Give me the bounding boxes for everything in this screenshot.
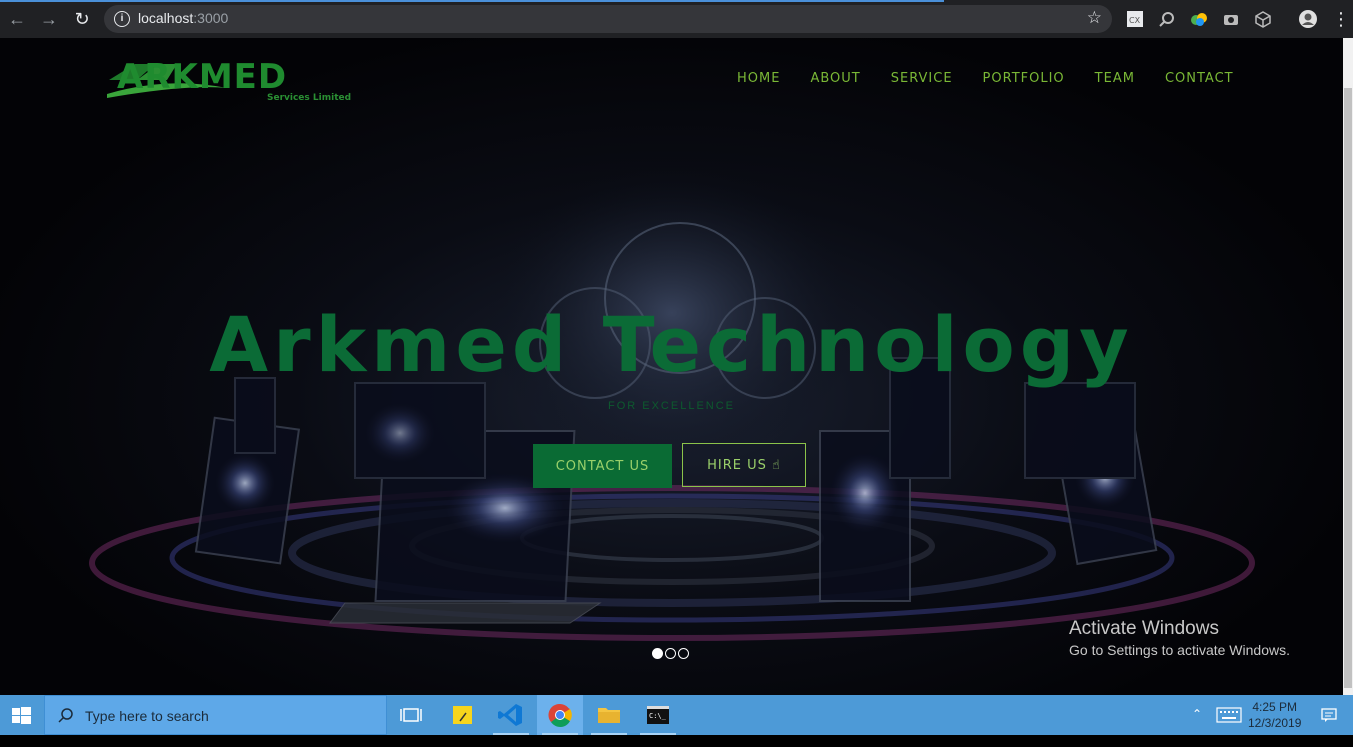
forward-button-icon[interactable]: → — [38, 8, 60, 30]
windows-taskbar: Type here to search C:\_ ⌃ 4:25 PM 12/3/… — [0, 695, 1353, 735]
search-placeholder: Type here to search — [85, 708, 209, 724]
notifications-icon[interactable] — [1320, 706, 1338, 724]
nav-home[interactable]: HOME — [737, 71, 780, 86]
bookmark-star-icon[interactable]: ☆ — [1087, 8, 1102, 28]
svg-text:CX: CX — [1129, 16, 1141, 25]
extension-cube-icon[interactable] — [1254, 10, 1272, 28]
scrollbar-thumb[interactable] — [1344, 88, 1352, 688]
logo-subtitle: Services Limited — [267, 93, 351, 103]
nav-portfolio[interactable]: PORTFOLIO — [983, 71, 1065, 86]
folder-icon — [598, 708, 620, 723]
carousel-dot-1[interactable] — [652, 648, 663, 659]
contact-us-button[interactable]: CONTACT US — [533, 444, 672, 488]
address-bar[interactable]: i localhost:3000 ☆ — [104, 5, 1112, 33]
page-scrollbar[interactable] — [1343, 38, 1353, 695]
hero-title: Arkmed Technology — [209, 300, 1134, 389]
hero-subtitle: FOR EXCELLENCE — [607, 400, 736, 412]
sticky-notes-icon[interactable] — [440, 695, 486, 735]
vscode-taskbar-item[interactable] — [488, 695, 534, 735]
nav-about[interactable]: ABOUT — [810, 71, 860, 86]
extension-color-icon[interactable] — [1190, 10, 1208, 28]
windows-start-icon[interactable] — [0, 695, 44, 735]
browser-toolbar: ← → ↻ i localhost:3000 ☆ CX ⋮ — [0, 0, 1353, 38]
show-hidden-icons-chevron-icon[interactable]: ⌃ — [1192, 707, 1202, 747]
url-port: :3000 — [193, 10, 229, 26]
terminal-icon: C:\_ — [647, 706, 669, 724]
chrome-icon — [548, 703, 572, 727]
url-text: localhost:3000 — [138, 10, 228, 26]
task-view-icon[interactable] — [389, 695, 435, 735]
carousel-dot-3[interactable] — [678, 648, 689, 659]
hand-pointer-icon: ☝ — [771, 457, 781, 473]
hire-us-label: HIRE US — [707, 457, 767, 473]
hire-us-button[interactable]: HIRE US ☝ — [682, 443, 806, 487]
clock-date: 12/3/2019 — [1248, 716, 1302, 730]
vscode-icon — [498, 704, 522, 726]
carousel-indicators — [652, 648, 689, 659]
page-load-progress — [0, 0, 944, 2]
site-info-icon[interactable]: i — [114, 11, 130, 27]
taskbar-search-box[interactable]: Type here to search — [44, 695, 387, 735]
nav-service[interactable]: SERVICE — [891, 71, 953, 86]
watermark-title: Activate Windows — [1069, 618, 1219, 639]
nav-contact[interactable]: CONTACT — [1165, 71, 1234, 86]
profile-avatar-icon[interactable] — [1298, 9, 1318, 29]
main-nav: HOME ABOUT SERVICE PORTFOLIO TEAM CONTAC… — [737, 71, 1264, 86]
terminal-taskbar-item[interactable]: C:\_ — [635, 695, 681, 735]
clock-time: 4:25 PM — [1252, 700, 1298, 714]
carousel-dot-2[interactable] — [665, 648, 676, 659]
browser-menu-icon[interactable]: ⋮ — [1330, 8, 1352, 30]
svg-text:C:\_: C:\_ — [649, 712, 667, 720]
extension-camera-icon[interactable] — [1222, 10, 1240, 28]
watermark-subtitle: Go to Settings to activate Windows. — [1069, 642, 1290, 658]
search-icon — [58, 708, 73, 723]
extension-cx-icon[interactable]: CX — [1126, 10, 1144, 28]
arkmed-logo[interactable]: ARKMED Services Limited — [107, 58, 397, 103]
chrome-taskbar-item[interactable] — [537, 695, 583, 735]
url-host: localhost — [138, 10, 194, 26]
reload-button-icon[interactable]: ↻ — [71, 8, 93, 30]
back-button-icon[interactable]: ← — [6, 8, 28, 30]
nav-team[interactable]: TEAM — [1095, 71, 1135, 86]
web-page: ARKMED Services Limited HOME ABOUT SERVI… — [0, 38, 1343, 695]
keyboard-icon[interactable] — [1216, 707, 1242, 723]
logo-wordmark: ARKMED — [117, 58, 287, 97]
file-explorer-taskbar-item[interactable] — [586, 695, 632, 735]
taskbar-clock[interactable]: 4:25 PM 12/3/2019 — [1248, 699, 1301, 731]
activate-windows-watermark: Activate Windows Go to Settings to activ… — [1069, 618, 1290, 658]
extension-zoom-icon[interactable] — [1158, 10, 1176, 28]
